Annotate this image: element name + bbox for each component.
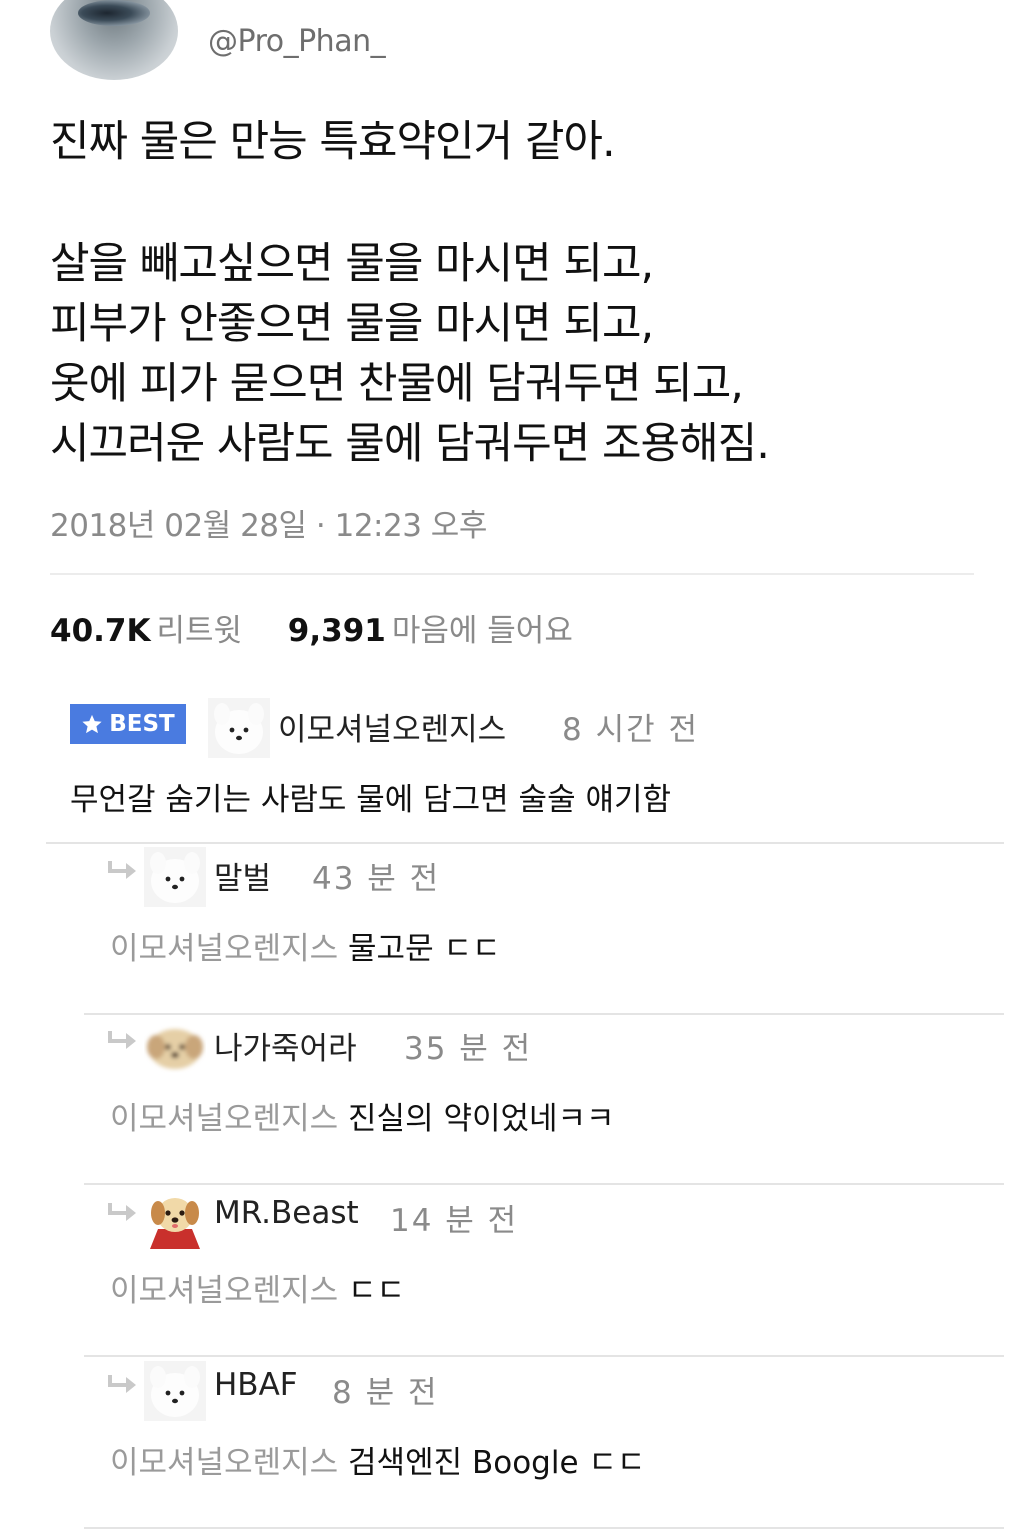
best-comment-header: BEST 이모셔널오렌지스 8 시간 전: [70, 696, 970, 760]
tweet-line: 시끄러운 사람도 물에 담궈두면 조용해짐.: [50, 419, 770, 469]
reply-arrow-icon: [108, 861, 136, 879]
reply-item: 나가죽어라 35 분 전 이모셔널오렌지스 진실의 약이었네ㅋㅋ: [84, 1015, 1004, 1185]
star-icon: [82, 714, 102, 734]
reply-author[interactable]: 나가죽어라: [214, 1023, 357, 1068]
reply-item: HBAF 8 분 전 이모셔널오렌지스 검색엔진 Boogle ㄷㄷ: [84, 1359, 1004, 1529]
reply-text: 이모셔널오렌지스 물고문 ㄷㄷ: [110, 923, 500, 968]
tweet-line: 진짜 물은 만능 특효약인거 같아.: [50, 117, 616, 167]
retweet-count: 40.7K: [50, 613, 151, 649]
puppy-in-red-avatar-icon[interactable]: [144, 1189, 206, 1249]
divider: [84, 1527, 1004, 1529]
profile-handle[interactable]: @Pro_Phan_: [208, 24, 386, 59]
divider: [50, 573, 974, 575]
reply-author[interactable]: MR.Beast: [214, 1195, 359, 1231]
best-badge: BEST: [70, 704, 186, 744]
comment-author[interactable]: 이모셔널오렌지스: [278, 704, 506, 749]
reply-mention[interactable]: 이모셔널오렌지스: [110, 931, 338, 967]
reply-time: 8 분 전: [332, 1375, 439, 1411]
reply-item: MR.Beast 14 분 전 이모셔널오렌지스 ㄷㄷ: [84, 1187, 1004, 1357]
reply-mention[interactable]: 이모셔널오렌지스: [110, 1101, 338, 1137]
white-dog-avatar-icon[interactable]: [208, 698, 270, 758]
tweet-text: 진짜 물은 만능 특효약인거 같아. 살을 빼고싶으면 물을 마시면 되고, 피…: [50, 112, 980, 474]
reply-arrow-icon: [108, 1203, 136, 1221]
best-badge-label: BEST: [109, 711, 175, 737]
divider: [84, 1183, 1004, 1185]
tweet-line: 옷에 피가 묻으면 찬물에 담궈두면 되고,: [50, 359, 744, 409]
retweet-label: 리트윗: [156, 613, 243, 649]
reply-body: 검색엔진 Boogle ㄷㄷ: [338, 1445, 646, 1481]
reply-item: 말벌 43 분 전 이모셔널오렌지스 물고문 ㄷㄷ: [84, 845, 1004, 1015]
white-dog-avatar-icon[interactable]: [144, 847, 206, 907]
tweet-line: 피부가 안좋으면 물을 마시면 되고,: [50, 299, 654, 349]
reply-text: 이모셔널오렌지스 검색엔진 Boogle ㄷㄷ: [110, 1437, 645, 1482]
reply-body: 물고문 ㄷㄷ: [338, 931, 501, 967]
reply-text: 이모셔널오렌지스 진실의 약이었네ㅋㅋ: [110, 1093, 615, 1138]
reply-mention[interactable]: 이모셔널오렌지스: [110, 1273, 338, 1309]
comment-time: 8 시간 전: [562, 712, 699, 748]
tweet-line: 살을 빼고싶으면 물을 마시면 되고,: [50, 239, 654, 289]
divider: [46, 842, 1004, 844]
reply-time: 35 분 전: [404, 1031, 533, 1067]
reply-author[interactable]: 말벌: [214, 853, 271, 898]
like-label: 마음에 들어요: [391, 613, 573, 649]
reply-arrow-icon: [108, 1031, 136, 1049]
like-stat[interactable]: 9,391 마음에 들어요: [288, 613, 573, 649]
tweet-timestamp: 2018년 02월 28일 · 12:23 오후: [50, 508, 487, 544]
reply-time: 43 분 전: [312, 861, 441, 897]
like-count: 9,391: [287, 613, 386, 649]
reply-time: 14 분 전: [390, 1203, 519, 1239]
profile-avatar[interactable]: [50, 0, 178, 80]
best-comment-text: 무언갈 숨기는 사람도 물에 담그면 술술 얘기함: [70, 782, 672, 818]
reply-mention[interactable]: 이모셔널오렌지스: [110, 1445, 338, 1481]
eye-makeup-avatar-icon: [78, 0, 150, 26]
divider: [84, 1355, 1004, 1357]
reply-text: 이모셔널오렌지스 ㄷㄷ: [110, 1265, 405, 1310]
white-dog-avatar-icon[interactable]: [144, 1361, 206, 1421]
blurred-dog-avatar-icon[interactable]: [144, 1017, 206, 1077]
retweet-stat[interactable]: 40.7K 리트윗: [50, 613, 252, 649]
reply-arrow-icon: [108, 1375, 136, 1393]
reply-body: 진실의 약이었네ㅋㅋ: [338, 1101, 615, 1137]
reply-body: ㄷㄷ: [338, 1273, 406, 1309]
tweet-stats: 40.7K 리트윗 9,391 마음에 들어요: [50, 605, 573, 650]
reply-author[interactable]: HBAF: [214, 1367, 298, 1403]
